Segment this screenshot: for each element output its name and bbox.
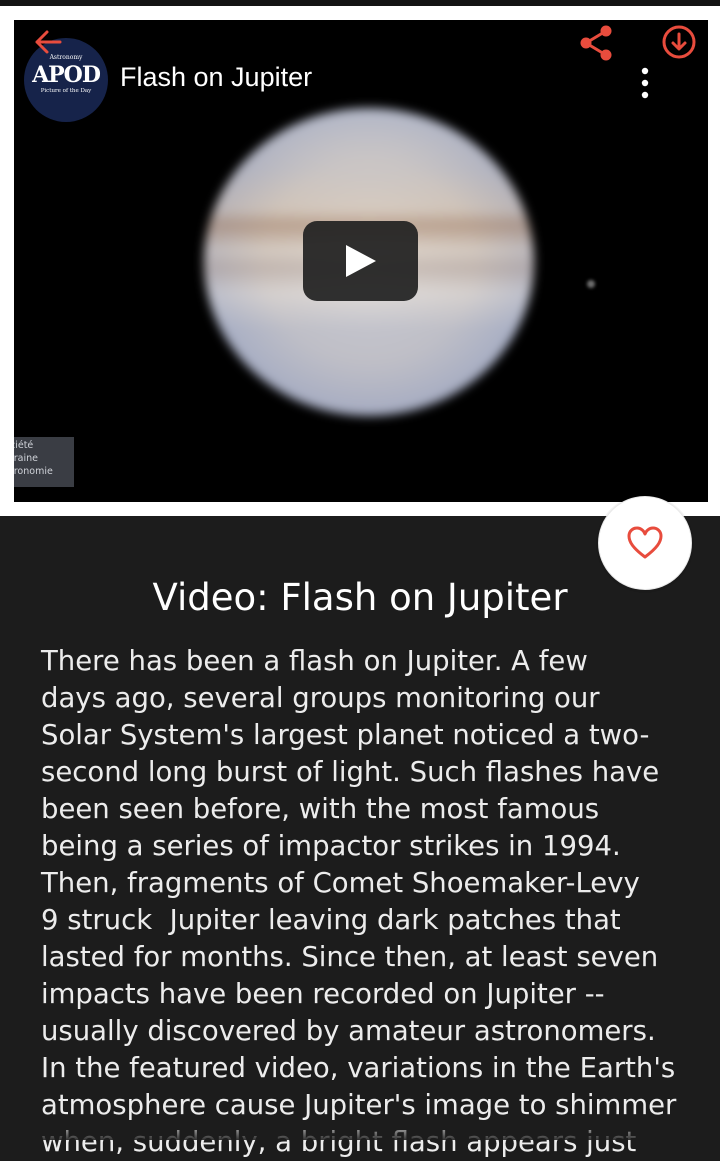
moon-dot	[587, 280, 595, 288]
play-icon	[345, 245, 376, 277]
article-line: days ago, several groups monitoring our	[41, 682, 600, 714]
article-line: Solar System's largest planet noticed a …	[41, 719, 650, 751]
download-icon[interactable]	[660, 23, 698, 61]
play-button[interactable]	[303, 221, 418, 301]
watermark-line: tronomie	[14, 466, 53, 477]
article-body: There has been a flash on Jupiter. A few…	[41, 643, 691, 1161]
article-title: Video: Flash on Jupiter	[152, 576, 568, 619]
article-line: being a series of impactor strikes in 19…	[41, 830, 621, 862]
article-line: lasted for months. Since then, at least …	[41, 941, 659, 973]
logo-subtitle: Picture of the Day	[40, 88, 92, 94]
article-line: There has been a flash on Jupiter. A few	[41, 645, 588, 677]
article-line: atmosphere cause Jupiter's image to shim…	[41, 1089, 677, 1121]
article-line: Then, fragments of Comet Shoemaker-Levy	[41, 867, 640, 899]
video-title: Flash on Jupiter	[120, 62, 313, 92]
article-line: second long burst of light. Such flashes…	[41, 756, 660, 788]
more-vertical-icon[interactable]	[636, 66, 654, 100]
arrow-back-icon[interactable]	[32, 26, 64, 58]
watermark-line: rraine	[14, 453, 38, 464]
video-player[interactable]: ciété rraine tronomie Astronomy APOD Pic…	[14, 20, 708, 502]
article-line: usually discovered by amateur astronomer…	[41, 1015, 656, 1047]
article-line: In the featured video, variations in the…	[41, 1052, 676, 1084]
video-card: ciété rraine tronomie Astronomy APOD Pic…	[0, 6, 720, 516]
article-line: impacts have been recorded on Jupiter --	[41, 978, 605, 1010]
article-line: 9 struck Jupiter leaving dark patches th…	[41, 904, 621, 936]
video-watermark: ciété rraine tronomie	[14, 437, 74, 487]
bottom-fade	[0, 1120, 720, 1140]
watermark-line: ciété	[14, 440, 34, 451]
share-icon[interactable]	[578, 23, 618, 63]
article-line: been seen before, with the most famous	[41, 793, 600, 825]
logo-main-text: APOD	[32, 62, 101, 88]
heart-icon	[627, 526, 663, 559]
